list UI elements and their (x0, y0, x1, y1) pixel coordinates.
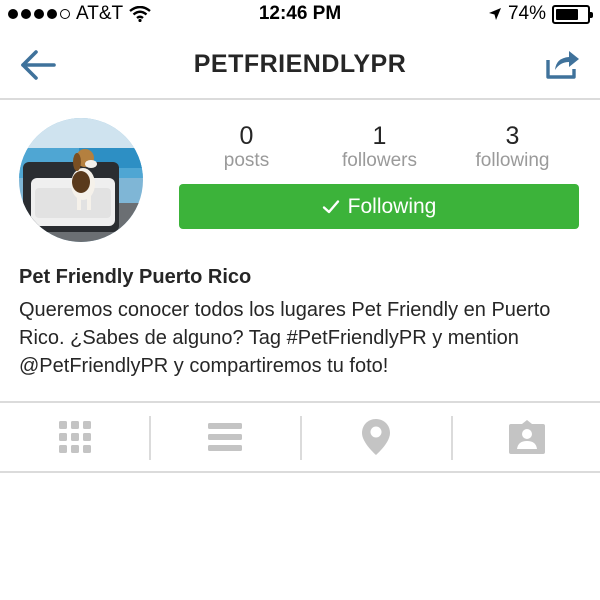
tab-location[interactable] (301, 403, 451, 471)
profile-name: Pet Friendly Puerto Rico (19, 266, 252, 288)
share-icon[interactable] (542, 46, 582, 82)
page-title: PETFRIENDLYPR (193, 50, 407, 78)
tab-grid[interactable] (0, 403, 150, 471)
location-pin-icon (362, 419, 390, 455)
profile-tab-bar (0, 401, 600, 473)
following-button-label: Following (347, 194, 437, 218)
avatar[interactable] (19, 118, 143, 242)
battery-percent: 74% (507, 3, 546, 24)
status-bar: AT&T 12:46 PM 74% (0, 0, 600, 28)
grid-icon (59, 421, 91, 453)
stat-label: followers (342, 150, 417, 171)
status-bar-right: 74% (488, 3, 593, 25)
stat-followers[interactable]: 1 followers (313, 122, 446, 172)
tab-list[interactable] (150, 403, 300, 471)
checkmark-icon (322, 199, 339, 213)
profile-stats: 0 posts 1 followers 3 following (180, 122, 580, 174)
tagged-photos-icon (509, 420, 545, 454)
stat-label: posts (223, 150, 270, 171)
stat-following[interactable]: 3 following (446, 122, 579, 172)
profile-bio: Queremos conocer todos los lugares Pet F… (19, 299, 551, 377)
tab-tagged[interactable] (452, 403, 600, 471)
stat-posts[interactable]: 0 posts (180, 122, 313, 172)
stat-value: 3 (505, 122, 520, 150)
following-button[interactable]: Following (179, 184, 579, 229)
battery-fill (556, 8, 579, 20)
stat-value: 0 (239, 122, 254, 150)
stat-value: 1 (372, 122, 387, 150)
list-icon (208, 423, 242, 451)
avatar-photo (19, 118, 143, 242)
nav-bar: PETFRIENDLYPR (0, 28, 600, 100)
battery-icon (552, 4, 593, 24)
stat-label: following (475, 150, 550, 171)
location-arrow-icon (488, 8, 501, 20)
